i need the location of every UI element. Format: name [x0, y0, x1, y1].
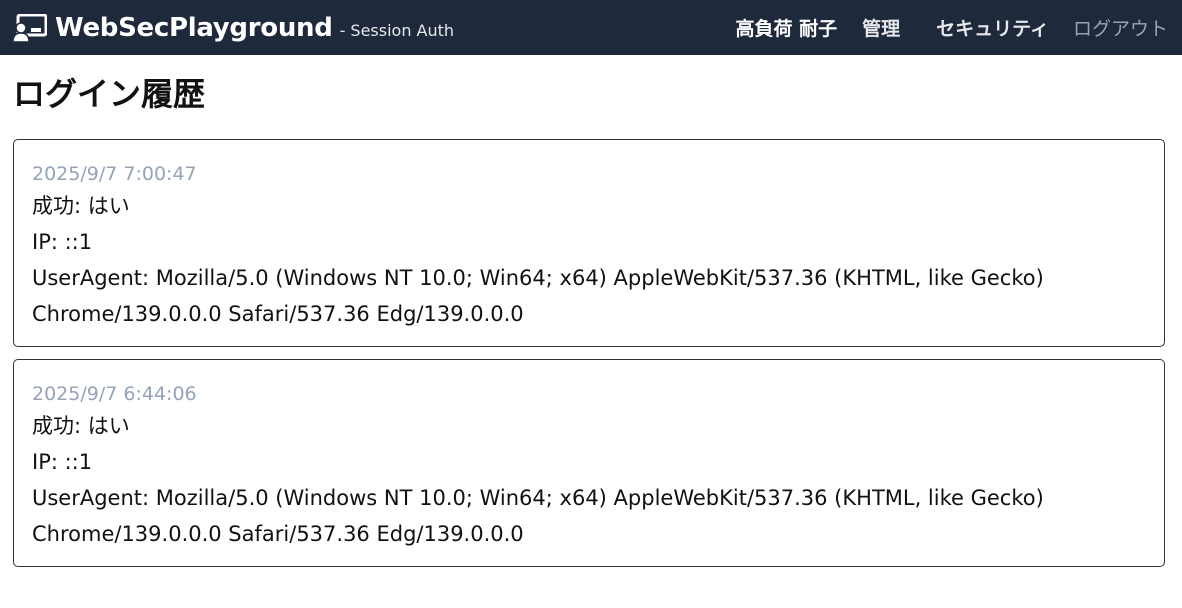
entry-user-agent-cont: Chrome/139.0.0.0 Safari/537.36 Edg/139.0…	[32, 522, 524, 546]
user-name: 高負荷 耐子	[735, 18, 838, 40]
login-history-entry: 2025/9/7 7:00:47 成功: はい IP: ::1 UserAgen…	[13, 139, 1165, 347]
entry-ip: IP: ::1	[32, 230, 93, 254]
entry-ip: IP: ::1	[32, 450, 93, 474]
admin-link[interactable]: 管理	[862, 14, 900, 41]
entry-user-agent: UserAgent: Mozilla/5.0 (Windows NT 10.0;…	[32, 486, 1044, 510]
navbar: WebSecPlayground - Session Auth 高負荷 耐子 管…	[0, 0, 1182, 55]
entry-success: 成功: はい	[32, 414, 130, 438]
login-history-list: 2025/9/7 7:00:47 成功: はい IP: ::1 UserAgen…	[0, 139, 1182, 567]
logout-link[interactable]: ログアウト	[1073, 14, 1168, 41]
brand-subtitle: - Session Auth	[339, 21, 455, 40]
brand-link[interactable]: WebSecPlayground - Session Auth	[13, 13, 454, 43]
entry-user-agent-cont: Chrome/139.0.0.0 Safari/537.36 Edg/139.0…	[32, 302, 524, 326]
chalkboard-user-icon	[13, 13, 55, 42]
entry-timestamp: 2025/9/7 7:00:47	[32, 163, 197, 185]
login-history-entry: 2025/9/7 6:44:06 成功: はい IP: ::1 UserAgen…	[13, 359, 1165, 567]
entry-success: 成功: はい	[32, 194, 130, 218]
entry-timestamp: 2025/9/7 6:44:06	[32, 383, 197, 405]
entry-user-agent: UserAgent: Mozilla/5.0 (Windows NT 10.0;…	[32, 266, 1044, 290]
nav-menu: 高負荷 耐子 管理 セキュリティ ログアウト	[735, 14, 1168, 41]
brand-name: WebSecPlayground	[55, 12, 333, 43]
page-title: ログイン履歴	[13, 75, 206, 113]
security-link[interactable]: セキュリティ	[936, 14, 1049, 41]
